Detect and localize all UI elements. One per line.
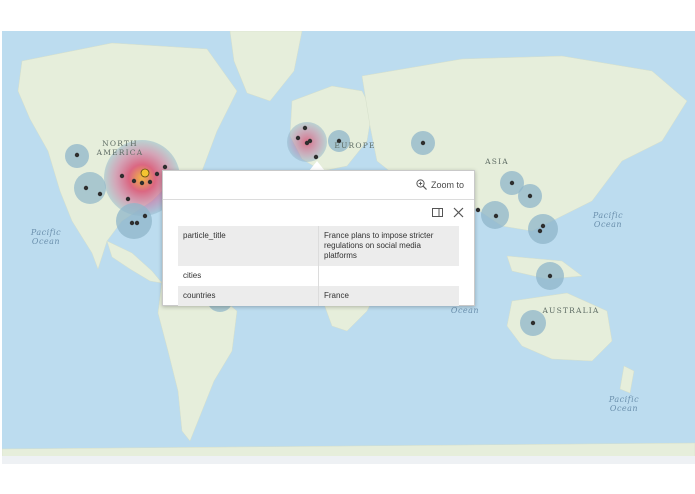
event-point[interactable] xyxy=(537,228,543,234)
zoom-to-button[interactable]: Zoom to xyxy=(416,179,464,190)
event-point[interactable] xyxy=(162,164,168,170)
attribute-key: countries xyxy=(178,286,319,306)
event-point[interactable] xyxy=(475,207,481,213)
label-indian-ocean: Ocean xyxy=(450,306,480,315)
event-point[interactable] xyxy=(420,140,426,146)
selected-point[interactable] xyxy=(140,168,150,178)
label-europe: EUROPE xyxy=(334,141,376,150)
label-australia: AUSTRALIA xyxy=(542,306,600,315)
event-point[interactable] xyxy=(119,173,125,179)
label-pacific-ocean-south: Pacific Ocean xyxy=(608,395,640,413)
event-point[interactable] xyxy=(139,180,145,186)
event-point[interactable] xyxy=(83,185,89,191)
event-point[interactable] xyxy=(540,223,546,229)
event-point[interactable] xyxy=(154,171,160,177)
event-point[interactable] xyxy=(142,213,148,219)
cluster-halo xyxy=(116,203,152,239)
event-point[interactable] xyxy=(134,220,140,226)
zoom-to-label: Zoom to xyxy=(430,179,464,190)
event-point[interactable] xyxy=(493,213,499,219)
event-point[interactable] xyxy=(131,178,137,184)
popup-tools xyxy=(432,207,464,218)
label-pacific-ocean-east: Pacific Ocean xyxy=(592,211,624,229)
attribute-value: France plans to impose stricter regulati… xyxy=(324,231,434,260)
attribute-value: France xyxy=(324,291,349,300)
attribute-row: countries France xyxy=(178,286,459,306)
close-icon[interactable] xyxy=(453,207,464,218)
event-point[interactable] xyxy=(304,140,310,146)
attribute-value xyxy=(319,266,460,286)
cluster-halo xyxy=(74,172,106,204)
event-point[interactable] xyxy=(97,191,103,197)
dock-icon[interactable] xyxy=(432,207,443,218)
event-point[interactable] xyxy=(530,320,536,326)
event-point[interactable] xyxy=(547,273,553,279)
label-asia: ASIA xyxy=(485,157,509,166)
event-point[interactable] xyxy=(125,196,131,202)
event-point[interactable] xyxy=(313,154,319,160)
feature-popup: Zoom to particle_title France plans to i… xyxy=(162,170,475,306)
attribute-table: particle_title France plans to impose st… xyxy=(178,226,459,306)
zoom-in-icon xyxy=(416,179,427,190)
event-point[interactable] xyxy=(302,125,308,131)
event-point[interactable] xyxy=(74,152,80,158)
event-point[interactable] xyxy=(509,180,515,186)
event-point[interactable] xyxy=(527,193,533,199)
attribute-row: cities xyxy=(178,266,459,286)
attribute-key: cities xyxy=(178,266,319,286)
popup-header: Zoom to xyxy=(163,171,474,200)
event-point[interactable] xyxy=(147,179,153,185)
label-north-america: NORTH AMERICA xyxy=(96,139,144,157)
attribute-key: particle_title xyxy=(178,226,319,266)
event-point[interactable] xyxy=(295,135,301,141)
attribute-row: particle_title France plans to impose st… xyxy=(178,226,459,266)
event-point[interactable] xyxy=(129,220,135,226)
map-attribution-bar xyxy=(2,456,695,464)
cluster-halo xyxy=(528,214,558,244)
label-pacific-ocean-west: Pacific Ocean xyxy=(30,228,62,246)
